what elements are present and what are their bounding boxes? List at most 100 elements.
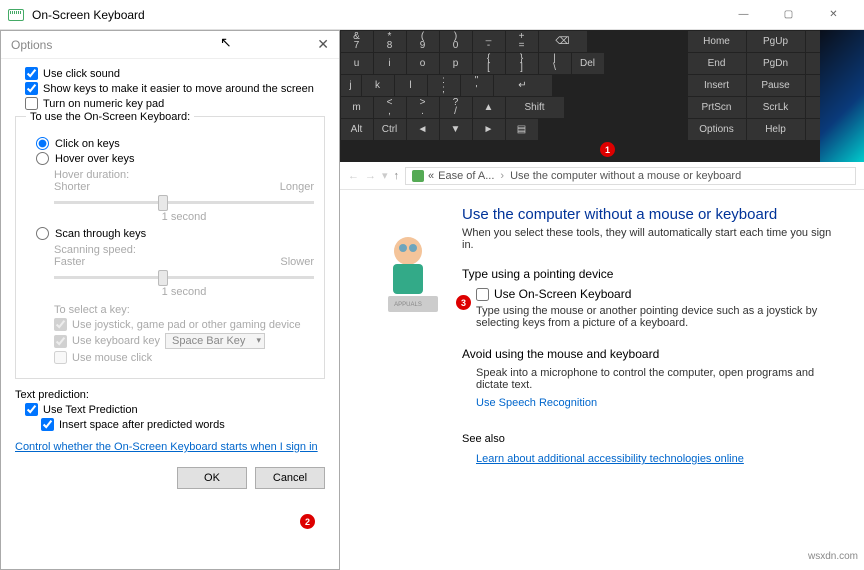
ok-button[interactable]: OK — [177, 467, 247, 489]
click-sound-checkbox[interactable]: Use click sound — [25, 67, 325, 80]
use-osk-checkbox[interactable]: Use On-Screen Keyboard — [476, 287, 844, 301]
osk-key[interactable]: k — [362, 75, 394, 96]
svg-text:APPUALS: APPUALS — [394, 302, 422, 308]
osk-key[interactable]: &7 — [341, 31, 373, 52]
osk-keyboard: &7 *8 (9 )0 _- += ⌫ Home PgUp Nav u i o … — [340, 30, 864, 162]
scanning-speed-label: Scanning speed: — [54, 244, 314, 256]
titlebar: On-Screen Keyboard — ▢ ✕ — [0, 0, 864, 30]
osk-menu-key[interactable]: ▤ — [506, 119, 538, 140]
show-keys-checkbox[interactable]: Show keys to make it easier to move arou… — [25, 82, 325, 95]
osk-ctrl-key[interactable]: Ctrl — [374, 119, 406, 140]
speech-description: Speak into a microphone to control the c… — [476, 367, 844, 391]
osk-options-key[interactable]: Options — [688, 119, 746, 140]
use-text-prediction-checkbox[interactable]: Use Text Prediction — [25, 403, 325, 416]
use-joystick-checkbox: Use joystick, game pad or other gaming d… — [54, 318, 314, 331]
scanning-speed-block: Scanning speed: FasterSlower 1 second To… — [54, 244, 314, 364]
scan-through-radio[interactable]: Scan through keys — [36, 227, 314, 240]
up-button[interactable]: ↑ — [394, 170, 400, 182]
osk-key[interactable]: :; — [428, 75, 460, 96]
hover-duration-slider — [54, 193, 314, 211]
osk-insert-key[interactable]: Insert — [688, 75, 746, 96]
use-osk-group: To use the On-Screen Keyboard: Click on … — [15, 116, 325, 379]
back-button[interactable]: ← — [348, 170, 359, 182]
badge-1: 1 — [600, 142, 615, 157]
options-close-button[interactable]: ✕ — [317, 36, 329, 53]
osk-left-key[interactable]: ◄ — [407, 119, 439, 140]
window-title: On-Screen Keyboard — [32, 8, 145, 22]
osk-scrlk-key[interactable]: ScrLk — [747, 97, 805, 118]
osk-help-key[interactable]: Help — [747, 119, 805, 140]
osk-key[interactable]: <, — [374, 97, 406, 118]
hover-duration-block: Hover duration: ShorterLonger 1 second — [54, 169, 314, 223]
osk-up-key[interactable]: ▲ — [473, 97, 505, 118]
learn-more-link[interactable]: Learn about additional accessibility tec… — [476, 453, 744, 465]
illustration: APPUALS — [368, 226, 448, 316]
osk-key[interactable]: {[ — [473, 53, 505, 74]
forward-button[interactable]: → — [365, 170, 376, 182]
key-combo: Space Bar Key — [165, 333, 265, 349]
osk-right-key[interactable]: ► — [473, 119, 505, 140]
use-mouse-click-checkbox: Use mouse click — [54, 351, 314, 364]
osk-key[interactable]: p — [440, 53, 472, 74]
address-bar: ← → ▾ ↑ « Ease of A... › Use the compute… — [340, 162, 864, 190]
section-pointing-device: Type using a pointing device — [462, 267, 844, 281]
osk-prtscn-key[interactable]: PrtScn — [688, 97, 746, 118]
osk-key[interactable]: j — [341, 75, 361, 96]
osk-key[interactable]: _- — [473, 31, 505, 52]
options-dialog: Options ✕ Use click sound Show keys to m… — [0, 30, 340, 570]
osk-home-key[interactable]: Home — [688, 31, 746, 52]
speech-recognition-link[interactable]: Use Speech Recognition — [476, 397, 597, 409]
maximize-button[interactable]: ▢ — [766, 0, 811, 30]
osk-key[interactable]: l — [395, 75, 427, 96]
osk-pgup-key[interactable]: PgUp — [747, 31, 805, 52]
desktop-background — [820, 30, 864, 162]
osk-key[interactable]: *8 — [374, 31, 406, 52]
osk-key[interactable]: m — [341, 97, 373, 118]
osk-pgdn-key[interactable]: PgDn — [747, 53, 805, 74]
osk-shift-key[interactable]: Shift — [506, 97, 564, 118]
control-panel-window: ← → ▾ ↑ « Ease of A... › Use the compute… — [340, 162, 864, 566]
cursor-icon: ↖ — [220, 34, 232, 51]
osk-alt-key[interactable]: Alt — [341, 119, 373, 140]
watermark: wsxdn.com — [808, 551, 858, 562]
ease-of-access-icon — [412, 170, 424, 182]
insert-space-checkbox[interactable]: Insert space after predicted words — [41, 418, 325, 431]
cancel-button[interactable]: Cancel — [255, 467, 325, 489]
osk-description: Type using the mouse or another pointing… — [476, 305, 844, 329]
osk-icon — [8, 9, 24, 21]
page-heading: Use the computer without a mouse or keyb… — [462, 206, 844, 223]
osk-down-key[interactable]: ▼ — [440, 119, 472, 140]
osk-pause-key[interactable]: Pause — [747, 75, 805, 96]
osk-key[interactable]: u — [341, 53, 373, 74]
osk-backspace-key[interactable]: ⌫ — [539, 31, 587, 52]
osk-key[interactable]: i — [374, 53, 406, 74]
options-title: Options — [11, 38, 52, 52]
numeric-pad-checkbox[interactable]: Turn on numeric key pad — [25, 97, 325, 110]
hover-over-keys-radio[interactable]: Hover over keys — [36, 152, 314, 165]
osk-key[interactable]: += — [506, 31, 538, 52]
badge-2: 2 — [300, 514, 315, 529]
options-titlebar: Options ✕ — [1, 31, 339, 59]
osk-key[interactable]: o — [407, 53, 439, 74]
close-button[interactable]: ✕ — [811, 0, 856, 30]
minimize-button[interactable]: — — [721, 0, 766, 30]
osk-key[interactable]: |\ — [539, 53, 571, 74]
osk-enter-key[interactable]: ↵ — [494, 75, 552, 96]
control-startup-link[interactable]: Control whether the On-Screen Keyboard s… — [15, 441, 318, 453]
osk-end-key[interactable]: End — [688, 53, 746, 74]
badge-3: 3 — [456, 295, 471, 310]
osk-del-key[interactable]: Del — [572, 53, 604, 74]
osk-key[interactable]: >. — [407, 97, 439, 118]
hover-duration-label: Hover duration: — [54, 169, 314, 181]
osk-key[interactable]: "' — [461, 75, 493, 96]
osk-key[interactable]: ?/ — [440, 97, 472, 118]
osk-key[interactable]: }] — [506, 53, 538, 74]
section-avoid-mouse: Avoid using the mouse and keyboard — [462, 347, 844, 361]
breadcrumb[interactable]: « Ease of A... › Use the computer withou… — [405, 167, 856, 185]
osk-key[interactable]: (9 — [407, 31, 439, 52]
text-prediction-label: Text prediction: — [15, 389, 325, 401]
osk-key[interactable]: )0 — [440, 31, 472, 52]
scanning-speed-slider — [54, 268, 314, 286]
group-label: To use the On-Screen Keyboard: — [26, 111, 194, 123]
click-on-keys-radio[interactable]: Click on keys — [36, 137, 314, 150]
